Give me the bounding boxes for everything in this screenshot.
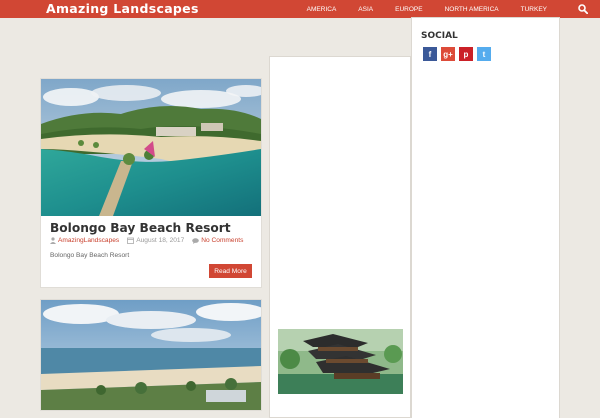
site-title[interactable]: Amazing Landscapes xyxy=(46,1,199,16)
search-icon xyxy=(578,4,588,14)
nav-item-turkey[interactable]: TURKEY xyxy=(510,6,558,13)
post-date: August 18, 2017 xyxy=(136,237,185,244)
asian-pagoda-thumbnail[interactable] xyxy=(278,329,403,394)
social-widget-title: SOCIAL xyxy=(421,31,458,41)
post-card xyxy=(41,300,261,410)
post-thumbnail-beach-resort[interactable] xyxy=(41,79,261,216)
nav-item-america[interactable]: AMERICA xyxy=(296,6,348,13)
nav-item-asia[interactable]: ASIA xyxy=(347,6,384,13)
social-icons: f g+ p t xyxy=(423,47,495,61)
comments-icon xyxy=(192,237,200,244)
post-excerpt: Bolongo Bay Beach Resort xyxy=(50,252,130,259)
post-title[interactable]: Bolongo Bay Beach Resort xyxy=(50,221,231,235)
calendar-icon xyxy=(127,237,135,244)
main-nav: AMERICA ASIA EUROPE NORTH AMERICA TURKEY xyxy=(296,0,558,18)
nav-item-europe[interactable]: EUROPE xyxy=(384,6,433,13)
post-card: Bolongo Bay Beach Resort AmazingLandscap… xyxy=(41,79,261,287)
post-thumbnail-beach-view[interactable] xyxy=(41,300,261,410)
google-plus-icon[interactable]: g+ xyxy=(441,47,455,61)
search-button[interactable] xyxy=(566,0,600,18)
post-meta: AmazingLandscapes August 18, 2017 No Com… xyxy=(50,237,251,244)
facebook-icon[interactable]: f xyxy=(423,47,437,61)
user-icon xyxy=(50,237,56,244)
twitter-icon[interactable]: t xyxy=(477,47,491,61)
read-more-button[interactable]: Read More xyxy=(209,264,252,278)
post-comments-link[interactable]: No Comments xyxy=(201,237,243,244)
right-sidebar: SOCIAL f g+ p t xyxy=(412,18,559,418)
top-navbar: Amazing Landscapes AMERICA ASIA EUROPE N… xyxy=(0,0,600,18)
nav-item-north-america[interactable]: NORTH AMERICA xyxy=(434,6,510,13)
post-author[interactable]: AmazingLandscapes xyxy=(58,237,119,244)
pinterest-icon[interactable]: p xyxy=(459,47,473,61)
